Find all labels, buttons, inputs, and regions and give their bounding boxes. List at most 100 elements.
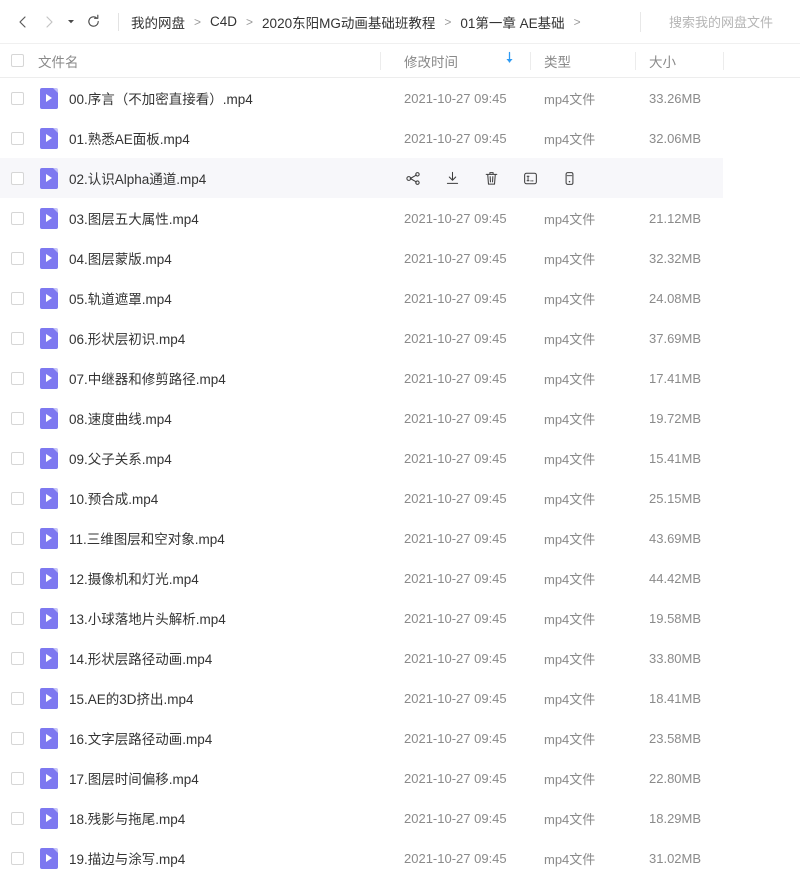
breadcrumb-item-1[interactable]: C4D <box>210 14 237 29</box>
row-checkbox[interactable] <box>10 851 24 865</box>
table-row[interactable]: 14.形状层路径动画.mp4 2021-10-27 09:45 mp4文件 33.80… <box>0 638 800 678</box>
file-name-label[interactable]: 12.摄像机和灯光.mp4 <box>69 568 199 588</box>
row-checkbox[interactable] <box>10 371 24 385</box>
file-modified-time: 2021-10-27 09:45 <box>404 490 507 506</box>
file-name-cell: 05.轨道遮罩.mp4 <box>32 287 390 309</box>
table-row[interactable]: 06.形状层初识.mp4 2021-10-27 09:45 mp4文件 37.69MB <box>0 318 800 358</box>
header-divider-2 <box>530 52 531 70</box>
row-checkbox[interactable] <box>10 811 24 825</box>
file-name-label[interactable]: 06.形状层初识.mp4 <box>69 328 185 348</box>
row-checkbox[interactable] <box>10 171 24 185</box>
file-name-label[interactable]: 11.三维图层和空对象.mp4 <box>69 528 225 548</box>
share-icon[interactable] <box>404 169 422 187</box>
file-name-label[interactable]: 08.速度曲线.mp4 <box>69 408 172 428</box>
file-name-label[interactable]: 02.认识Alpha通道.mp4 <box>69 168 206 188</box>
file-name-label[interactable]: 09.父子关系.mp4 <box>69 448 172 468</box>
row-checkbox[interactable] <box>10 291 24 305</box>
search-input[interactable] <box>669 14 800 30</box>
table-row[interactable]: 10.预合成.mp4 2021-10-27 09:45 mp4文件 25.15MB <box>0 478 800 518</box>
file-name-label[interactable]: 16.文字层路径动画.mp4 <box>69 728 212 748</box>
table-row[interactable]: 16.文字层路径动画.mp4 2021-10-27 09:45 mp4文件 23.58… <box>0 718 800 758</box>
back-button[interactable] <box>10 9 36 35</box>
delete-icon[interactable] <box>482 169 500 187</box>
table-row[interactable]: 12.摄像机和灯光.mp4 2021-10-27 09:45 mp4文件 44.42M… <box>0 558 800 598</box>
table-row[interactable]: 11.三维图层和空对象.mp4 2021-10-27 09:45 mp4文件 43.6… <box>0 518 800 558</box>
download-icon[interactable] <box>443 169 461 187</box>
row-checkbox[interactable] <box>10 211 24 225</box>
row-checkbox[interactable] <box>10 531 24 545</box>
table-row[interactable]: 05.轨道遮罩.mp4 2021-10-27 09:45 mp4文件 24.08MB <box>0 278 800 318</box>
rename-icon[interactable] <box>521 169 539 187</box>
table-row[interactable]: 19.描边与涂写.mp4 2021-10-27 09:45 mp4文件 31.02MB <box>0 838 800 873</box>
file-modified-time: 2021-10-27 09:45 <box>404 690 507 706</box>
file-name-label[interactable]: 04.图层蒙版.mp4 <box>69 248 172 268</box>
table-row[interactable]: 13.小球落地片头解析.mp4 2021-10-27 09:45 mp4文件 19.5… <box>0 598 800 638</box>
breadcrumb-separator: > <box>444 14 452 29</box>
column-header-name[interactable]: 文件名 <box>32 51 390 71</box>
column-header-size[interactable]: 大小 <box>635 51 723 71</box>
table-row[interactable]: 01.熟悉AE面板.mp4 2021-10-27 09:45 mp4文件 32.06M… <box>0 118 800 158</box>
file-modified-time: 2021-10-27 09:45 <box>404 810 507 826</box>
table-row[interactable]: 00.序言（不加密直接看）.mp4 2021-10-27 09:45 mp4文件 33… <box>0 78 800 118</box>
header-divider-1 <box>380 52 381 70</box>
table-row[interactable]: 09.父子关系.mp4 2021-10-27 09:45 mp4文件 15.41MB <box>0 438 800 478</box>
file-name-label[interactable]: 01.熟悉AE面板.mp4 <box>69 128 190 148</box>
row-checkbox[interactable] <box>10 451 24 465</box>
file-name-label[interactable]: 00.序言（不加密直接看）.mp4 <box>69 88 253 108</box>
row-checkbox[interactable] <box>10 131 24 145</box>
play-triangle-icon <box>46 334 52 342</box>
play-triangle-icon <box>46 614 52 622</box>
sort-descending-icon[interactable] <box>504 51 515 67</box>
table-row[interactable]: 17.图层时间偏移.mp4 2021-10-27 09:45 mp4文件 22.80M… <box>0 758 800 798</box>
breadcrumb-item-2[interactable]: 2020东阳MG动画基础班教程 <box>262 12 435 32</box>
file-name-label[interactable]: 14.形状层路径动画.mp4 <box>69 648 212 668</box>
refresh-button[interactable] <box>80 9 106 35</box>
file-modified-time: 2021-10-27 09:45 <box>404 370 507 386</box>
row-checkbox[interactable] <box>10 731 24 745</box>
video-file-icon <box>40 647 58 669</box>
table-row[interactable]: 18.残影与拖尾.mp4 2021-10-27 09:45 mp4文件 18.29MB <box>0 798 800 838</box>
column-header-time[interactable]: 修改时间 <box>390 51 530 71</box>
table-row[interactable]: 08.速度曲线.mp4 2021-10-27 09:45 mp4文件 19.72MB <box>0 398 800 438</box>
row-checkbox[interactable] <box>10 331 24 345</box>
row-checkbox[interactable] <box>10 251 24 265</box>
file-name-label[interactable]: 07.中继器和修剪路径.mp4 <box>69 368 226 388</box>
breadcrumb-item-3[interactable]: 01第一章 AE基础 <box>460 12 564 32</box>
column-header-type[interactable]: 类型 <box>530 51 635 71</box>
file-size: 18.29MB <box>649 810 702 826</box>
more-icon[interactable] <box>560 169 578 187</box>
row-checkbox[interactable] <box>10 611 24 625</box>
row-checkbox[interactable] <box>10 691 24 705</box>
file-name-label[interactable]: 19.描边与涂写.mp4 <box>69 848 185 868</box>
file-size: 18.41MB <box>649 690 702 706</box>
table-row[interactable]: 03.图层五大属性.mp4 2021-10-27 09:45 mp4文件 21.12M… <box>0 198 800 238</box>
file-name-cell: 16.文字层路径动画.mp4 <box>32 727 390 749</box>
row-checkbox[interactable] <box>10 491 24 505</box>
file-name-label[interactable]: 05.轨道遮罩.mp4 <box>69 288 172 308</box>
video-file-icon <box>40 727 58 749</box>
table-row[interactable]: 04.图层蒙版.mp4 2021-10-27 09:45 mp4文件 32.32MB <box>0 238 800 278</box>
table-row[interactable]: 07.中继器和修剪路径.mp4 2021-10-27 09:45 mp4文件 17.4… <box>0 358 800 398</box>
file-name-label[interactable]: 03.图层五大属性.mp4 <box>69 208 199 228</box>
forward-button[interactable] <box>36 9 62 35</box>
row-checkbox[interactable] <box>10 411 24 425</box>
file-name-label[interactable]: 17.图层时间偏移.mp4 <box>69 768 199 788</box>
row-checkbox[interactable] <box>10 771 24 785</box>
table-row[interactable]: 15.AE的3D挤出.mp4 2021-10-27 09:45 mp4文件 18.41… <box>0 678 800 718</box>
select-all-checkbox[interactable] <box>10 54 24 67</box>
file-type: mp4文件 <box>544 371 596 387</box>
file-size: 33.26MB <box>649 90 702 106</box>
row-checkbox[interactable] <box>10 91 24 105</box>
file-name-label[interactable]: 10.预合成.mp4 <box>69 488 158 508</box>
file-modified-time: 2021-10-27 09:45 <box>404 650 507 666</box>
row-checkbox[interactable] <box>10 651 24 665</box>
row-checkbox[interactable] <box>10 571 24 585</box>
video-file-icon <box>40 687 58 709</box>
history-dropdown-button[interactable] <box>62 9 80 35</box>
file-name-label[interactable]: 13.小球落地片头解析.mp4 <box>69 608 226 628</box>
breadcrumb-item-0[interactable]: 我的网盘 <box>131 12 185 32</box>
file-name-label[interactable]: 18.残影与拖尾.mp4 <box>69 808 185 828</box>
file-name-label[interactable]: 15.AE的3D挤出.mp4 <box>69 688 194 708</box>
table-row[interactable]: 02.认识Alpha通道.mp4 <box>0 158 800 198</box>
row-select-cell <box>0 371 32 385</box>
